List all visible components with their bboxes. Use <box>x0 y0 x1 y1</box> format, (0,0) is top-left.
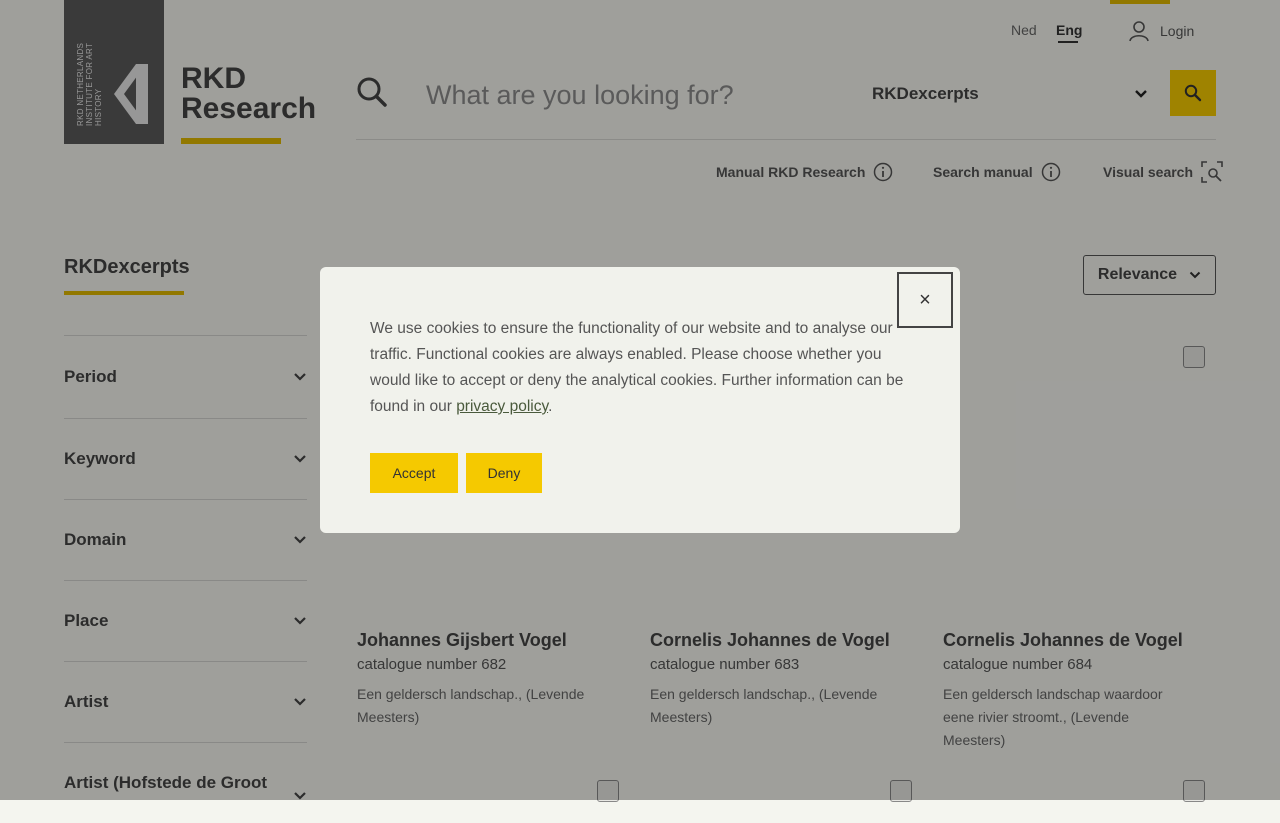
cookie-message-period: . <box>548 398 553 415</box>
cookie-dialog: × We use cookies to ensure the functiona… <box>320 267 960 533</box>
deny-button[interactable]: Deny <box>466 453 542 493</box>
page: RKD NETHERLANDS INSTITUTE FOR ART HISTOR… <box>0 0 1280 802</box>
cookie-message: We use cookies to ensure the functionali… <box>370 316 910 420</box>
cookie-message-text: We use cookies to ensure the functionali… <box>370 320 904 415</box>
accept-button[interactable]: Accept <box>370 453 458 493</box>
close-icon: × <box>919 288 931 311</box>
privacy-policy-link[interactable]: privacy policy <box>456 398 548 415</box>
